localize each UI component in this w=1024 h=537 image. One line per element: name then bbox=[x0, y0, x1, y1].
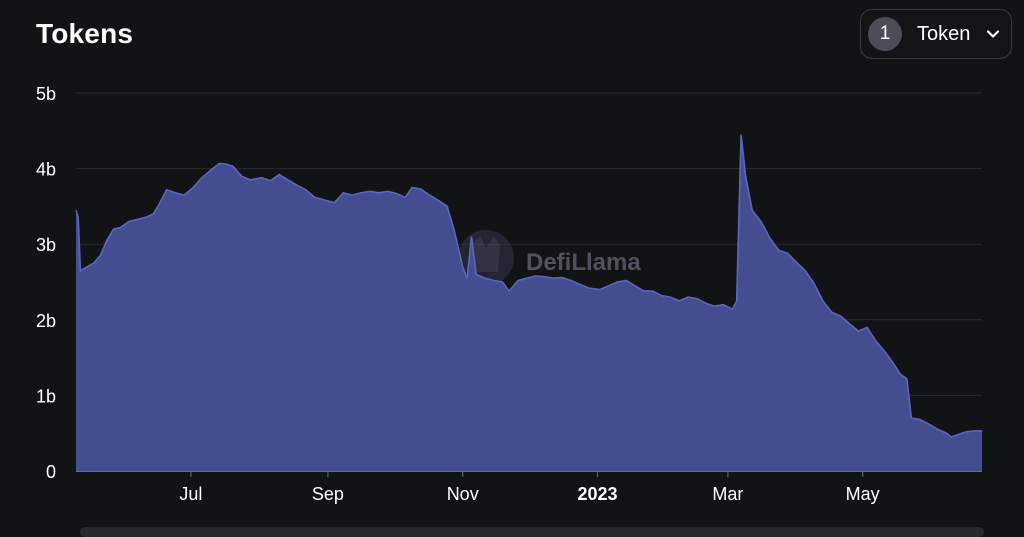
y-tick-label: 5b bbox=[36, 84, 56, 104]
x-tick-label: Jul bbox=[179, 484, 202, 504]
x-tick-label: May bbox=[846, 484, 880, 504]
x-tick-label: Mar bbox=[712, 484, 743, 504]
series-area bbox=[76, 134, 982, 471]
y-tick-label: 3b bbox=[36, 235, 56, 255]
watermark-text: DefiLlama bbox=[526, 249, 641, 276]
x-tick-label: 2023 bbox=[577, 484, 617, 504]
tokens-area-chart: DefiLlama 0 1b 2b 3b 4b 5b Jul Sep Nov 2023 Mar Ma… bbox=[36, 84, 982, 504]
y-tick-label: 2b bbox=[36, 311, 56, 331]
y-tick-label: 0 bbox=[46, 462, 56, 482]
series-group bbox=[75, 134, 982, 471]
y-tick-label: 1b bbox=[36, 386, 56, 406]
chart-range-scrollbar[interactable] bbox=[80, 527, 984, 537]
x-axis: Jul Sep Nov 2023 Mar May bbox=[76, 471, 982, 504]
y-tick-label: 4b bbox=[36, 160, 56, 180]
x-tick-label: Sep bbox=[312, 484, 344, 504]
y-axis: 0 1b 2b 3b 4b 5b bbox=[36, 84, 56, 482]
x-tick-label: Nov bbox=[447, 484, 479, 504]
